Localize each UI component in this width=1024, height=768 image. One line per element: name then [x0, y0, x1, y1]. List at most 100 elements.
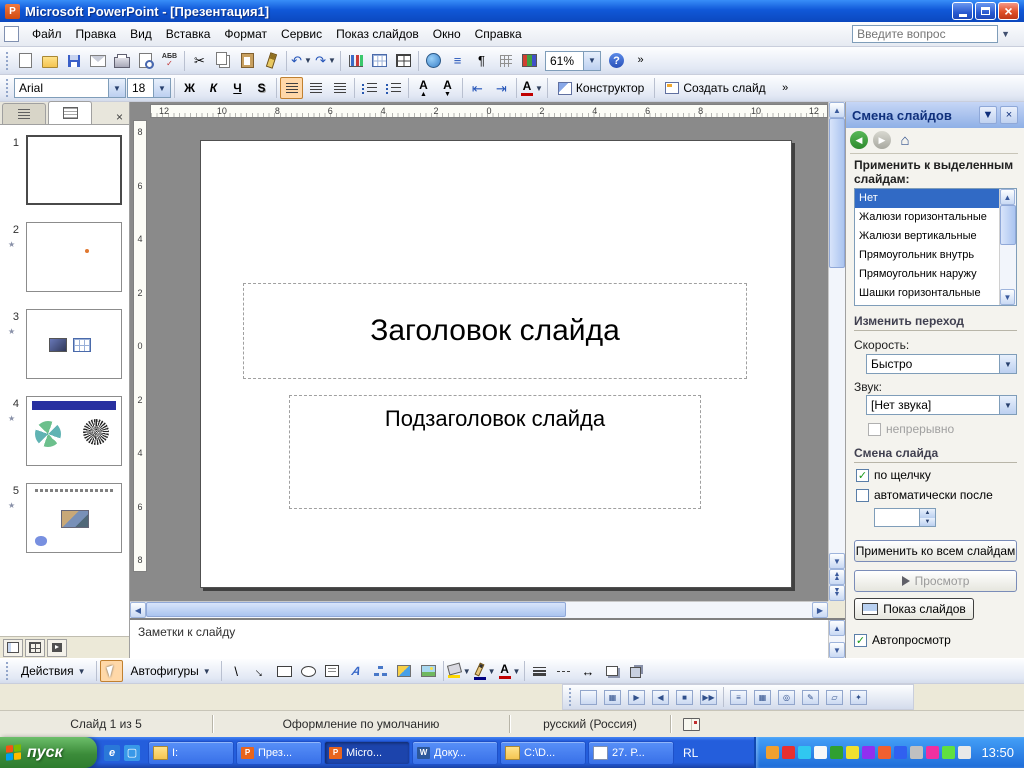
- auto-after-time-spinner[interactable]: ▲▼: [874, 508, 936, 527]
- text-box-button[interactable]: [321, 660, 344, 682]
- scroll-thumb[interactable]: [146, 602, 566, 617]
- insert-picture-button[interactable]: [417, 660, 440, 682]
- toolbar-button[interactable]: ▶: [625, 686, 648, 708]
- wordart-button[interactable]: А: [345, 660, 368, 682]
- redo-button[interactable]: ↷▼: [314, 50, 337, 72]
- align-right-button[interactable]: [328, 77, 351, 99]
- toolbar-button[interactable]: ✦: [847, 686, 870, 708]
- slide-3-thumbnail[interactable]: [26, 309, 122, 379]
- show-desktop-icon[interactable]: ▢: [124, 745, 140, 761]
- loop-checkbox[interactable]: [868, 423, 881, 436]
- decrease-indent-button[interactable]: ⇤: [466, 77, 489, 99]
- slides-panel-close-button[interactable]: ×: [112, 109, 127, 124]
- hyperlink-button[interactable]: [422, 50, 445, 72]
- transition-list[interactable]: Нет Жалюзи горизонтальные Жалюзи вертика…: [854, 188, 1017, 306]
- clip-art-button[interactable]: [393, 660, 416, 682]
- shadow-button[interactable]: S: [250, 77, 273, 99]
- oval-button[interactable]: [297, 660, 320, 682]
- scroll-down-button[interactable]: ▼: [829, 553, 845, 569]
- spelling-button[interactable]: [158, 50, 181, 72]
- slide-1-thumbnail[interactable]: [26, 135, 122, 205]
- transition-option[interactable]: Жалюзи вертикальные: [855, 227, 999, 246]
- taskbar-window-button[interactable]: I:: [148, 741, 234, 765]
- horizontal-scrollbar[interactable]: ◀ ▶: [130, 601, 828, 618]
- scroll-track[interactable]: [1000, 205, 1016, 289]
- autopreview-checkbox[interactable]: ✓: [854, 634, 867, 647]
- toolbar-button[interactable]: ▱: [823, 686, 846, 708]
- italic-button[interactable]: К: [202, 77, 225, 99]
- language-indicator[interactable]: RL: [675, 746, 706, 760]
- slide-canvas[interactable]: Заголовок слайда Подзаголовок слайда: [200, 140, 792, 588]
- copy-button[interactable]: [212, 50, 235, 72]
- tray-icon[interactable]: [830, 746, 843, 759]
- toolbar-button[interactable]: ≡: [727, 686, 750, 708]
- tray-icon[interactable]: [782, 746, 795, 759]
- font-color-button[interactable]: А▼: [520, 77, 544, 99]
- bold-button[interactable]: Ж: [178, 77, 201, 99]
- tray-icon[interactable]: [910, 746, 923, 759]
- arrow-button[interactable]: →: [249, 660, 272, 682]
- slide-sorter-view-button[interactable]: [25, 639, 45, 657]
- scroll-track[interactable]: [146, 602, 812, 618]
- toolbar-button[interactable]: ✎: [799, 686, 822, 708]
- line-color-button[interactable]: ▼: [473, 660, 497, 682]
- new-slide-button[interactable]: Создать слайд: [658, 77, 772, 99]
- toolbar-button[interactable]: [577, 686, 600, 708]
- horizontal-ruler[interactable]: 12 10 8 6 4 2 0 2 4 6 8 10 12: [150, 104, 828, 118]
- toolbar-grip[interactable]: [6, 52, 10, 70]
- decrease-font-button[interactable]: А▼: [436, 77, 459, 99]
- notes-panel[interactable]: Заметки к слайду ▲ ▼: [130, 618, 845, 658]
- transition-option[interactable]: Прямоугольник внутрь: [855, 246, 999, 265]
- toolbar-button[interactable]: ▦: [601, 686, 624, 708]
- slide-2-thumbnail[interactable]: [26, 222, 122, 292]
- spin-down-icon[interactable]: ▼: [920, 518, 935, 527]
- scroll-down-button[interactable]: ▼: [1000, 289, 1015, 305]
- scroll-up-button[interactable]: ▲: [829, 102, 845, 118]
- scroll-left-button[interactable]: ◀: [130, 602, 146, 618]
- normal-view-button[interactable]: [3, 639, 23, 657]
- chevron-down-icon[interactable]: ▼: [583, 52, 600, 70]
- scroll-track[interactable]: [829, 118, 845, 553]
- threed-style-button[interactable]: [624, 660, 647, 682]
- align-left-button[interactable]: [280, 77, 303, 99]
- cut-button[interactable]: ✂: [188, 50, 211, 72]
- tray-icon[interactable]: [894, 746, 907, 759]
- speed-combo[interactable]: Быстро ▼: [866, 354, 1017, 374]
- print-button[interactable]: [110, 50, 133, 72]
- new-document-button[interactable]: [14, 50, 37, 72]
- on-click-checkbox[interactable]: ✓: [856, 469, 869, 482]
- tray-icon[interactable]: [814, 746, 827, 759]
- toolbar-grip[interactable]: [569, 688, 573, 706]
- paste-button[interactable]: [236, 50, 259, 72]
- line-button[interactable]: \: [225, 660, 248, 682]
- taskbar-window-button[interactable]: PПрез...: [236, 741, 322, 765]
- toolbar-grip[interactable]: [6, 662, 10, 680]
- underline-button[interactable]: Ч: [226, 77, 249, 99]
- apply-to-all-button[interactable]: Применить ко всем слайдам: [854, 540, 1017, 562]
- start-button[interactable]: пуск: [0, 737, 97, 768]
- fill-color-button[interactable]: ▼: [447, 660, 472, 682]
- restore-button[interactable]: [975, 2, 996, 20]
- tables-borders-button[interactable]: [392, 50, 415, 72]
- taskbar-window-button[interactable]: WДоку...: [412, 741, 498, 765]
- title-placeholder[interactable]: Заголовок слайда: [243, 283, 747, 379]
- show-formatting-button[interactable]: ¶: [470, 50, 493, 72]
- zoom-combo[interactable]: 61% ▼: [545, 51, 601, 71]
- tray-icon[interactable]: [942, 746, 955, 759]
- tray-icon[interactable]: [878, 746, 891, 759]
- taskbar-window-button[interactable]: 27. Р...: [588, 741, 674, 765]
- autoshapes-menu-button[interactable]: Автофигуры▼: [124, 660, 218, 682]
- email-button[interactable]: [86, 50, 109, 72]
- internet-explorer-icon[interactable]: e: [104, 745, 120, 761]
- scroll-right-button[interactable]: ▶: [812, 602, 828, 618]
- minimize-button[interactable]: [952, 2, 973, 20]
- numbering-button[interactable]: [358, 77, 381, 99]
- menu-slideshow[interactable]: Показ слайдов: [329, 23, 426, 45]
- tray-icon[interactable]: [926, 746, 939, 759]
- spinner-buttons[interactable]: ▲▼: [919, 509, 935, 526]
- question-dropdown-icon[interactable]: ▼: [998, 29, 1010, 39]
- toolbar-options-button[interactable]: »: [774, 77, 797, 99]
- increase-indent-button[interactable]: ⇥: [490, 77, 513, 99]
- format-painter-button[interactable]: [260, 50, 283, 72]
- expand-all-button[interactable]: ≡: [446, 50, 469, 72]
